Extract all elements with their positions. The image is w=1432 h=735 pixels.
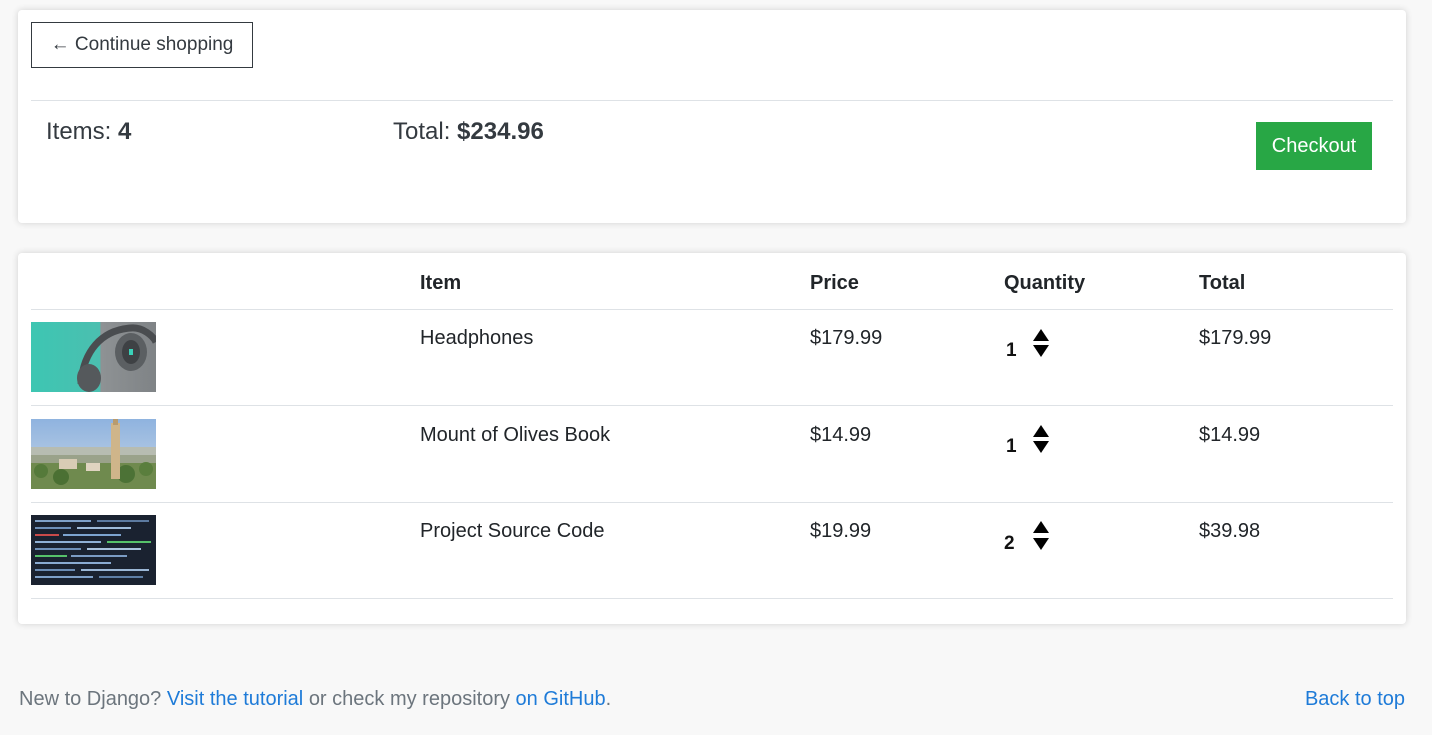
header-item: Item <box>420 272 462 294</box>
item-quantity: 1 <box>1006 436 1017 457</box>
item-total: $14.99 <box>1199 424 1261 446</box>
cart-total-value: $234.96 <box>457 118 544 145</box>
item-quantity: 2 <box>1004 533 1015 554</box>
total-label: Total: <box>393 118 451 145</box>
footer-text-part: New to Django? <box>19 688 162 710</box>
increase-quantity-arrow-icon[interactable] <box>1033 329 1049 341</box>
item-total: $39.98 <box>1199 520 1261 542</box>
item-quantity: 1 <box>1006 340 1017 361</box>
item-total: $179.99 <box>1199 327 1272 349</box>
decrease-quantity-arrow-icon[interactable] <box>1033 441 1049 453</box>
source-code-image <box>31 515 156 585</box>
back-to-top-link[interactable]: Back to top <box>1305 688 1405 711</box>
item-name: Project Source Code <box>420 520 605 542</box>
github-link[interactable]: on GitHub <box>516 688 606 710</box>
increase-quantity-arrow-icon[interactable] <box>1033 521 1049 533</box>
headphones-image <box>31 322 156 392</box>
row-divider <box>31 405 1393 406</box>
cart-total: Total: $234.96 <box>393 118 544 146</box>
increase-quantity-arrow-icon[interactable] <box>1033 425 1049 437</box>
items-count: Items: 4 <box>46 118 131 146</box>
items-label: Items: <box>46 118 112 145</box>
item-name: Headphones <box>420 327 534 349</box>
item-price: $179.99 <box>810 327 883 349</box>
header-quantity: Quantity <box>1004 272 1086 294</box>
cart-items-card: Item Price Quantity Total Headphones $17… <box>18 253 1406 624</box>
footer-text-part: or check my repository <box>308 688 510 710</box>
item-price: $14.99 <box>810 424 872 446</box>
mount-of-olives-image <box>31 419 156 489</box>
cart-summary-card: ← Continue shopping Items: 4 Total: $234… <box>18 10 1406 223</box>
header-total: Total <box>1199 272 1246 294</box>
item-price: $19.99 <box>810 520 872 542</box>
tutorial-link[interactable]: Visit the tutorial <box>167 688 303 710</box>
items-count-value: 4 <box>118 118 132 145</box>
decrease-quantity-arrow-icon[interactable] <box>1033 538 1049 550</box>
continue-shopping-button[interactable]: ← Continue shopping <box>31 22 253 68</box>
footer-text-part: . <box>605 688 612 710</box>
checkout-button[interactable]: Checkout <box>1256 122 1372 170</box>
summary-divider <box>31 100 1393 101</box>
decrease-quantity-arrow-icon[interactable] <box>1033 345 1049 357</box>
row-divider <box>31 502 1393 503</box>
row-divider <box>31 598 1393 599</box>
footer-text: New to Django? Visit the tutorial or che… <box>19 688 611 711</box>
header-price: Price <box>810 272 859 294</box>
header-divider <box>31 309 1393 310</box>
item-name: Mount of Olives Book <box>420 424 611 446</box>
